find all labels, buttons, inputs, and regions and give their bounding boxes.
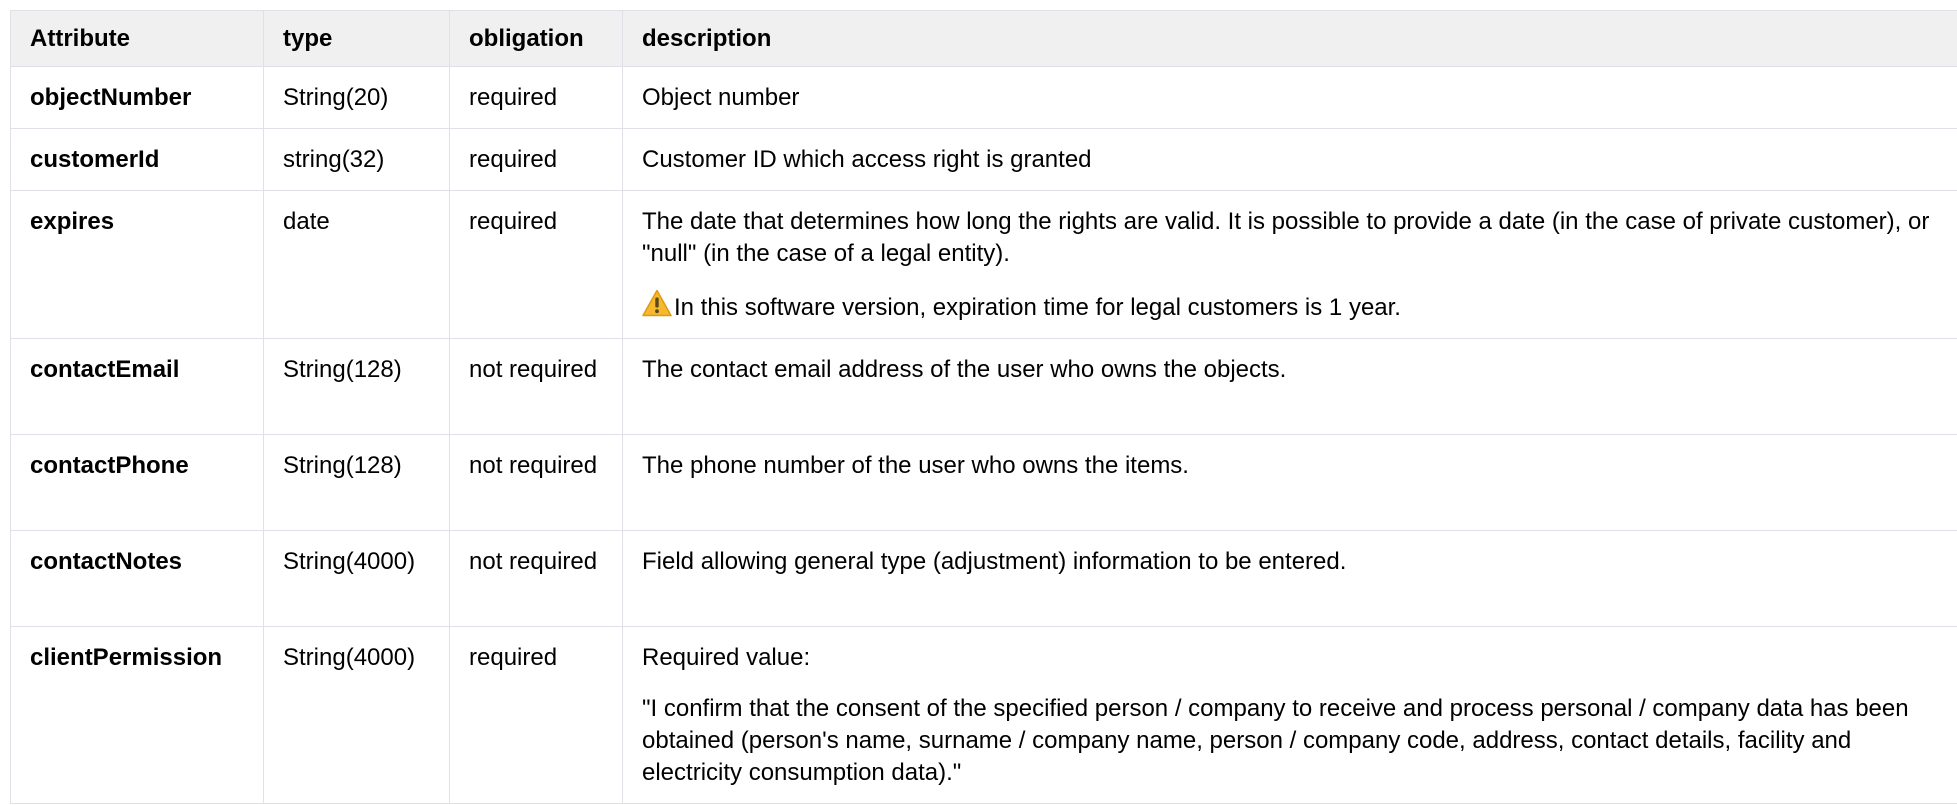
warning-text: In this software version, expiration tim… — [674, 294, 1401, 321]
description-text: "I confirm that the consent of the speci… — [642, 695, 1909, 786]
warning-note: In this software version, expiration tim… — [642, 289, 1954, 324]
description-text: Object number — [642, 84, 800, 111]
table-row: contactNotes String(4000) not required F… — [10, 530, 1957, 627]
type-cell: string(32) — [263, 128, 450, 191]
attribute-cell: clientPermission — [10, 626, 264, 804]
description-cell: The phone number of the user who owns th… — [622, 434, 1957, 531]
attribute-cell: contactNotes — [10, 530, 264, 627]
description-text: Required value: — [642, 644, 811, 671]
obligation-cell: required — [449, 626, 623, 804]
description-cell: Required value: "I confirm that the cons… — [622, 626, 1957, 804]
description-cell: Object number — [622, 66, 1957, 129]
obligation-cell: not required — [449, 530, 623, 627]
type-cell: String(20) — [263, 66, 450, 129]
table-row: contactPhone String(128) not required Th… — [10, 434, 1957, 531]
attributes-table: Attribute type obligation description ob… — [10, 10, 1957, 804]
description-cell: The date that determines how long the ri… — [622, 190, 1957, 339]
header-description: description — [622, 10, 1957, 67]
obligation-cell: required — [449, 190, 623, 339]
description-text: Customer ID which access right is grante… — [642, 146, 1092, 173]
attribute-cell: contactEmail — [10, 338, 264, 435]
attribute-cell: customerId — [10, 128, 264, 191]
header-obligation: obligation — [449, 10, 623, 67]
table-row: contactEmail String(128) not required Th… — [10, 338, 1957, 435]
type-cell: String(128) — [263, 338, 450, 435]
obligation-cell: required — [449, 128, 623, 191]
description-cell: Field allowing general type (adjustment)… — [622, 530, 1957, 627]
attribute-cell: contactPhone — [10, 434, 264, 531]
description-cell: The contact email address of the user wh… — [622, 338, 1957, 435]
type-cell: date — [263, 190, 450, 339]
table-row: clientPermission String(4000) required R… — [10, 626, 1957, 804]
obligation-cell: not required — [449, 338, 623, 435]
type-cell: String(4000) — [263, 626, 450, 804]
description-text: The contact email address of the user wh… — [642, 356, 1287, 383]
table-row: expires date required The date that dete… — [10, 190, 1957, 339]
attribute-cell: objectNumber — [10, 66, 264, 129]
warning-icon — [642, 289, 672, 317]
header-type: type — [263, 10, 450, 67]
description-text: The date that determines how long the ri… — [642, 208, 1930, 267]
type-cell: String(4000) — [263, 530, 450, 627]
table-header-row: Attribute type obligation description — [10, 10, 1957, 67]
table-row: customerId string(32) required Customer … — [10, 128, 1957, 191]
obligation-cell: not required — [449, 434, 623, 531]
description-cell: Customer ID which access right is grante… — [622, 128, 1957, 191]
attributes-table-container: Attribute type obligation description ob… — [10, 10, 1957, 804]
table-row: objectNumber String(20) required Object … — [10, 66, 1957, 129]
attribute-cell: expires — [10, 190, 264, 339]
description-text: The phone number of the user who owns th… — [642, 452, 1189, 479]
obligation-cell: required — [449, 66, 623, 129]
description-text: Field allowing general type (adjustment)… — [642, 548, 1347, 575]
header-attribute: Attribute — [10, 10, 264, 67]
type-cell: String(128) — [263, 434, 450, 531]
